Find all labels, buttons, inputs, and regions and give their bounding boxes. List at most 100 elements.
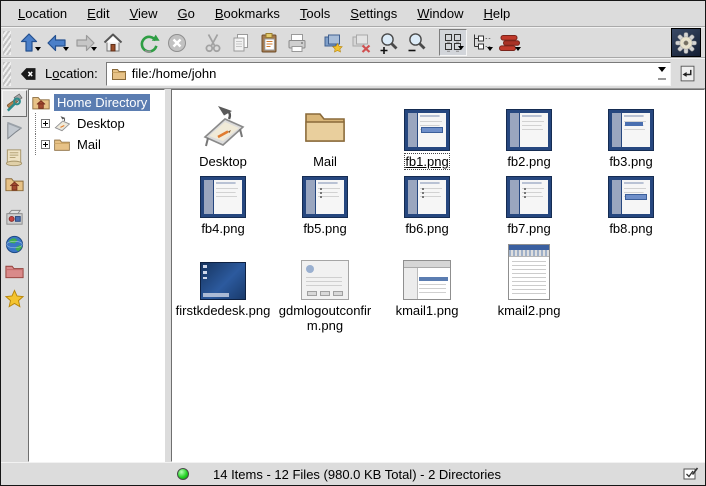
cut-button[interactable] — [199, 29, 227, 56]
copy-icon — [229, 31, 253, 55]
tree-view-button[interactable] — [467, 29, 495, 56]
back-button[interactable] — [43, 29, 71, 56]
location-toolbar-handle[interactable] — [3, 62, 11, 86]
file-fb3[interactable]: fb3.png — [580, 99, 682, 169]
print-button[interactable] — [283, 29, 311, 56]
up-button[interactable] — [15, 29, 43, 56]
sidebar-tab-home-directory[interactable] — [2, 171, 27, 198]
up-dropdown-icon[interactable] — [35, 47, 41, 54]
sidebar-tab-root-folder[interactable] — [2, 258, 27, 285]
tree-view-dropdown-icon[interactable] — [487, 47, 493, 54]
file-icon-view[interactable]: Desktop Mail fb1.png fb2.png — [171, 89, 705, 462]
menu-bookmarks[interactable]: Bookmarks — [206, 3, 289, 24]
image-gallery-button[interactable] — [319, 29, 347, 56]
image-thumbnail — [403, 260, 451, 300]
image-thumbnail — [508, 244, 550, 300]
status-bar: 14 Items - 12 Files (980.0 KB Total) - 2… — [1, 462, 705, 485]
history-scroll-icon — [4, 147, 25, 168]
file-desktop[interactable]: Desktop — [172, 99, 274, 169]
menu-location[interactable]: Location — [9, 3, 76, 24]
toolbar-handle[interactable] — [3, 31, 11, 55]
konqueror-window: Location Edit View Go Bookmarks Tools Se… — [0, 0, 706, 486]
file-fb7[interactable]: fb7.png — [478, 169, 580, 236]
tree-label: Home Directory — [54, 94, 150, 111]
stop-button[interactable] — [163, 29, 191, 56]
file-fb4[interactable]: fb4.png — [172, 169, 274, 236]
location-toolbar: Location: file:/home/john — [1, 58, 705, 89]
sidebar-tab-configure[interactable] — [2, 90, 27, 117]
icon-view-dropdown-icon[interactable] — [458, 46, 464, 53]
tree-item-home-directory[interactable]: Home Directory — [31, 92, 164, 113]
sidebar-tab-bookmarks[interactable] — [2, 285, 27, 312]
tree-item-mail[interactable]: Mail — [31, 134, 164, 155]
file-kmail1[interactable]: kmail1.png — [376, 236, 478, 333]
reload-icon — [137, 31, 161, 55]
expand-plus-icon[interactable] — [41, 119, 50, 128]
home-folder-icon — [4, 174, 25, 195]
image-thumbnail — [404, 109, 450, 151]
file-kmail2[interactable]: kmail2.png — [478, 236, 580, 333]
sidebar-tab-network[interactable] — [2, 231, 27, 258]
file-mail[interactable]: Mail — [274, 99, 376, 169]
image-thumbnail — [608, 109, 654, 151]
expand-plus-icon[interactable] — [41, 140, 50, 149]
zoom-out-icon — [405, 31, 429, 55]
copy-button[interactable] — [227, 29, 255, 56]
image-thumbnail — [301, 260, 349, 300]
sidebar-tab-history[interactable] — [2, 144, 27, 171]
bookmark-flag-icon — [4, 120, 25, 141]
sidebar-tabstrip — [1, 89, 28, 462]
image-thumbnail — [506, 109, 552, 151]
zoom-out-button[interactable] — [403, 29, 431, 56]
file-firstkdedesk[interactable]: firstkdedesk.png — [172, 236, 274, 333]
sidebar-tab-services[interactable] — [2, 204, 27, 231]
home-button[interactable] — [99, 29, 127, 56]
tree-branch-line — [31, 113, 41, 134]
image-gallery-off-icon — [349, 31, 373, 55]
tree-label: Desktop — [74, 115, 128, 132]
menu-view[interactable]: View — [121, 3, 167, 24]
image-gallery-disabled-button[interactable] — [347, 29, 375, 56]
forward-button[interactable] — [71, 29, 99, 56]
image-thumbnail — [200, 176, 246, 218]
menu-tools[interactable]: Tools — [291, 3, 339, 24]
statusbar-marker-icon[interactable] — [683, 467, 699, 481]
file-fb6[interactable]: fb6.png — [376, 169, 478, 236]
clear-location-button[interactable] — [15, 62, 41, 86]
desktop-icon — [53, 115, 71, 133]
location-label: Location: — [45, 66, 98, 81]
go-button[interactable] — [675, 61, 701, 87]
file-gdmlogoutconfirm[interactable]: gdmlogoutconfirm.png — [274, 236, 376, 333]
menu-help[interactable]: Help — [475, 3, 520, 24]
file-fb5[interactable]: fb5.png — [274, 169, 376, 236]
image-thumbnail — [404, 176, 450, 218]
file-fb2[interactable]: fb2.png — [478, 99, 580, 169]
tree-item-desktop[interactable]: Desktop — [31, 113, 164, 134]
file-fb1[interactable]: fb1.png — [376, 99, 478, 169]
gear-icon — [674, 31, 698, 55]
image-thumbnail — [608, 176, 654, 218]
star-icon — [4, 288, 25, 309]
back-dropdown-icon[interactable] — [63, 47, 69, 54]
menu-settings[interactable]: Settings — [341, 3, 406, 24]
folder-icon — [301, 99, 349, 151]
file-fb8[interactable]: fb8.png — [580, 169, 682, 236]
menu-edit[interactable]: Edit — [78, 3, 118, 24]
sidebar-tab-bookmark-flag[interactable] — [2, 117, 27, 144]
menu-window[interactable]: Window — [408, 3, 472, 24]
folder-tree-panel: Home Directory Desktop Mail — [28, 89, 165, 462]
services-icon — [4, 207, 25, 228]
paste-button[interactable] — [255, 29, 283, 56]
menu-go[interactable]: Go — [169, 3, 204, 24]
icon-view-button[interactable] — [439, 29, 467, 56]
forward-dropdown-icon[interactable] — [91, 47, 97, 54]
status-text: 14 Items - 12 Files (980.0 KB Total) - 2… — [213, 467, 683, 482]
location-dropdown-button[interactable] — [653, 63, 670, 85]
reload-button[interactable] — [135, 29, 163, 56]
konqueror-gear-logo[interactable] — [671, 28, 701, 57]
zoom-in-icon — [377, 31, 401, 55]
detail-view-button[interactable] — [495, 29, 523, 56]
detail-view-dropdown-icon[interactable] — [515, 47, 521, 54]
zoom-in-button[interactable] — [375, 29, 403, 56]
location-input[interactable]: file:/home/john — [106, 62, 671, 86]
